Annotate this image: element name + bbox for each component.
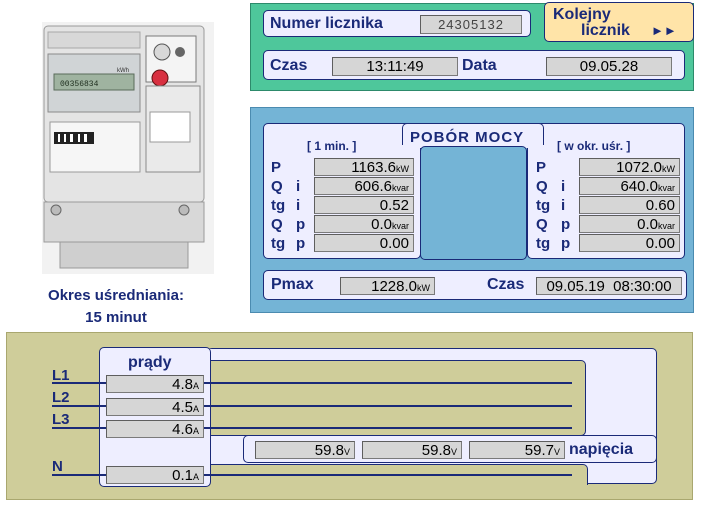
voltage-l2-field: 59.8V — [362, 441, 462, 459]
meter-display-text: 00356834 — [60, 80, 99, 89]
currents-title: prądy — [128, 354, 172, 371]
power-row-label-p-right: P — [536, 159, 547, 176]
power-row-label-qi-right: Qi — [536, 178, 566, 195]
next-arrow-icon: ►► — [651, 23, 677, 38]
pmax-time-label: Czas — [487, 276, 525, 293]
power-row-label-p-left: P — [271, 159, 282, 176]
pmax-label: Pmax — [271, 276, 314, 293]
svg-text:kWh: kWh — [117, 68, 129, 74]
power-row-label-tgi-right: tg i — [536, 197, 566, 214]
p-1min-field: 1163.6kW — [314, 158, 414, 176]
date-label: Data — [462, 57, 497, 74]
next-meter-line1: Kolejny — [553, 6, 611, 23]
voltage-l1-field: 59.8V — [255, 441, 355, 459]
phase-label-l2: L2 — [52, 389, 70, 406]
voltages-title: napięcia — [569, 441, 634, 458]
voltage-inner-hole — [208, 360, 586, 436]
phase-label-l1: L1 — [52, 367, 70, 384]
pmax-time-field: 09.05.19 08:30:00 — [536, 277, 682, 295]
tgp-1min-field: 0.00 — [314, 234, 414, 252]
power-row-label-qp-left: Qp — [271, 216, 306, 233]
tgi-avg-field: 0.60 — [579, 196, 680, 214]
phase-label-l3: L3 — [52, 411, 70, 428]
qi-avg-field: 640.0kvar — [579, 177, 680, 195]
time-field: 13:11:49 — [332, 57, 458, 76]
current-l2-field: 4.5A — [106, 398, 204, 416]
qp-1min-field: 0.0kvar — [314, 215, 414, 233]
meter-number-field: 24305132 — [420, 15, 522, 34]
voltage-l3-field: 59.7V — [469, 441, 565, 459]
power-center-hole — [420, 146, 527, 260]
power-row-label-qp-right: Qp — [536, 216, 571, 233]
power-left-header: [ 1 min. ] — [307, 139, 357, 153]
time-label: Czas — [270, 57, 308, 74]
qi-1min-field: 606.6kvar — [314, 177, 414, 195]
power-title: POBÓR MOCY — [410, 129, 525, 146]
next-meter-button[interactable]: Kolejny licznik ►► — [544, 2, 694, 42]
power-right-header: [ w okr. uśr. ] — [557, 139, 631, 153]
date-field: 09.05.28 — [546, 57, 672, 76]
current-n-field: 0.1A — [106, 466, 204, 484]
current-l1-field: 4.8A — [106, 375, 204, 393]
power-row-label-qi-left: Qi — [271, 178, 301, 195]
pmax-field: 1228.0kW — [340, 277, 435, 295]
current-l3-field: 4.6A — [106, 420, 204, 438]
qp-avg-field: 0.0kvar — [579, 215, 680, 233]
power-row-label-tgp-left: tg p — [271, 235, 306, 252]
time-date-box: Czas 13:11:49 Data 09.05.28 — [263, 50, 685, 80]
averaging-line2: 15 minut — [85, 309, 147, 326]
phase-label-n: N — [52, 458, 63, 475]
meter-image: 00356834 kWh — [42, 22, 214, 274]
meter-number-box: Numer licznika 24305132 — [263, 10, 531, 37]
meter-number-label: Numer licznika — [270, 15, 383, 32]
p-avg-field: 1072.0kW — [579, 158, 680, 176]
power-row-label-tgi-left: tg i — [271, 197, 301, 214]
pmax-box: Pmax 1228.0kW Czas 09.05.19 08:30:00 — [263, 270, 687, 300]
power-row-label-tgp-right: tg p — [536, 235, 571, 252]
meter-drawing: 00356834 kWh — [43, 25, 205, 269]
next-meter-line2: licznik — [581, 22, 630, 39]
tgp-avg-field: 0.00 — [579, 234, 680, 252]
averaging-period-label: Okres uśredniania: 15 minut — [0, 285, 232, 329]
tgi-1min-field: 0.52 — [314, 196, 414, 214]
averaging-line1: Okres uśredniania: — [48, 287, 184, 304]
